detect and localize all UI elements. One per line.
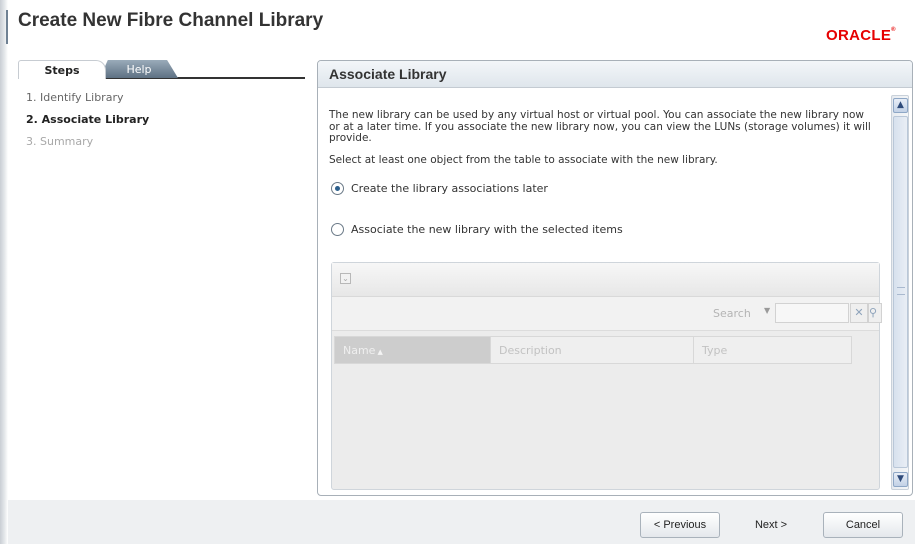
column-header-name: Name ▲: [334, 336, 491, 364]
column-header-description: Description: [491, 336, 694, 364]
cancel-button[interactable]: Cancel: [823, 512, 903, 538]
nav-tabs: Steps Help: [18, 60, 305, 80]
option-associate-now-label: Associate the new library with the selec…: [351, 223, 623, 236]
steps-list: 1. Identify Library 2. Associate Library…: [26, 91, 149, 157]
window-edge: [0, 0, 8, 544]
radio-associate-now[interactable]: [331, 223, 344, 236]
step-associate-library: 2. Associate Library: [26, 113, 150, 126]
scroll-grip: [897, 287, 905, 295]
window-edge-mark: [6, 10, 8, 44]
associate-library-panel: Associate Library The new library can be…: [317, 60, 913, 496]
option-associate-later[interactable]: Create the library associations later: [331, 182, 548, 195]
dialog-title: Create New Fibre Channel Library: [18, 10, 324, 31]
collapse-icon: ⌄: [340, 273, 351, 284]
panel-scrollbar[interactable]: ▲ ▼: [891, 95, 909, 490]
sort-ascending-icon: ▲: [377, 348, 383, 356]
option-associate-now[interactable]: Associate the new library with the selec…: [331, 223, 623, 236]
panel-title: Associate Library: [318, 61, 912, 88]
tab-steps[interactable]: Steps: [18, 60, 106, 79]
panel-instruction: Select at least one object from the tabl…: [329, 154, 718, 166]
search-icon: ⚲: [868, 303, 882, 323]
oracle-logo: ORACLE®: [826, 27, 896, 44]
tab-help[interactable]: Help: [100, 60, 178, 78]
chevron-down-icon[interactable]: ▼: [893, 472, 908, 487]
step-summary: 3. Summary: [26, 135, 94, 148]
search-label: Search: [713, 307, 751, 320]
table-toolbar: ⌄: [332, 263, 879, 297]
column-header-type: Type: [694, 336, 852, 364]
association-table: ⌄ Search ▼ ✕ ⚲ Name ▲ Description Type: [331, 262, 882, 490]
option-associate-later-label: Create the library associations later: [351, 182, 548, 195]
scroll-thumb[interactable]: [893, 116, 908, 468]
search-options-chevron-icon: ▼: [764, 306, 771, 315]
panel-description: The new library can be used by any virtu…: [329, 109, 871, 144]
table-search-bar: Search ▼ ✕ ⚲: [332, 297, 882, 331]
next-button[interactable]: Next >: [731, 512, 811, 538]
search-input: [775, 303, 849, 323]
previous-button[interactable]: < Previous: [640, 512, 720, 538]
clear-icon: ✕: [850, 303, 868, 323]
table-header: Name ▲ Description Type: [334, 336, 852, 364]
radio-associate-later[interactable]: [331, 182, 344, 195]
chevron-up-icon[interactable]: ▲: [893, 98, 908, 113]
step-identify-library[interactable]: 1. Identify Library: [26, 91, 149, 113]
